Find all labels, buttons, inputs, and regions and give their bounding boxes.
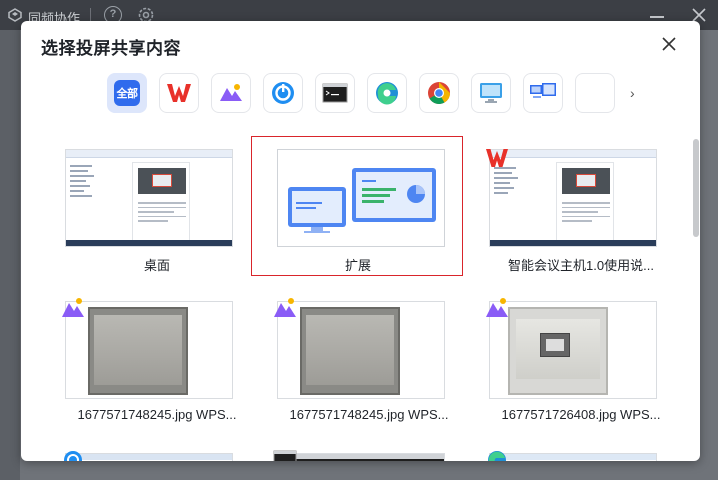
share-tile-partial[interactable] — [263, 441, 475, 461]
tile-label: 桌面 — [143, 258, 170, 273]
share-tile-partial[interactable] — [51, 441, 263, 461]
app-logo-icon — [8, 8, 22, 22]
filter-meeting-app[interactable] — [263, 73, 303, 113]
image-viewer-icon — [220, 84, 242, 101]
remote-desktop-icon — [480, 83, 502, 103]
filter-wps[interactable] — [159, 73, 199, 113]
share-tile-desktop[interactable]: 桌面 — [51, 137, 263, 277]
tile-label: 扩展 — [344, 258, 371, 273]
edge-browser-icon — [376, 82, 398, 105]
background-sidebar — [0, 30, 20, 480]
filter-terminal[interactable] — [315, 73, 355, 113]
edge-badge-icon — [488, 451, 506, 461]
image-viewer-badge-icon — [486, 298, 508, 317]
wps-badge-icon — [486, 149, 508, 167]
partial-thumbnail — [65, 453, 233, 461]
share-tile-photo[interactable]: 1677571748245.jpg WPS... — [51, 289, 263, 429]
share-tile-wps-doc[interactable]: 智能会议主机1.0使用说... — [475, 137, 687, 277]
photo-thumbnail — [277, 301, 445, 399]
terminal-badge-icon — [273, 450, 297, 461]
extend-screens-icon — [288, 168, 436, 233]
partial-thumbnail — [489, 453, 657, 461]
chevron-right-icon[interactable]: › — [630, 85, 635, 101]
screen-share-icon — [530, 83, 556, 98]
tile-label: 1677571748245.jpg WPS... — [289, 407, 449, 422]
photo-thumbnail — [65, 301, 233, 399]
meeting-app-badge-icon — [64, 451, 82, 461]
share-tile-partial[interactable] — [475, 441, 687, 461]
wps-doc-thumbnail — [489, 149, 657, 247]
filter-all[interactable]: 全部 — [107, 73, 147, 113]
filter-screen-share[interactable] — [523, 73, 563, 113]
image-viewer-badge-icon — [274, 298, 296, 317]
desktop-thumbnail — [65, 149, 233, 247]
photo-thumbnail — [489, 301, 657, 399]
terminal-icon — [322, 83, 348, 103]
share-tile-photo[interactable]: 1677571726408.jpg WPS... — [475, 289, 687, 429]
meeting-app-icon — [272, 82, 294, 104]
image-viewer-badge-icon — [62, 298, 84, 317]
minimize-icon[interactable] — [650, 16, 664, 18]
scrollbar-thumb[interactable] — [693, 139, 699, 237]
chrome-browser-icon — [428, 82, 450, 104]
wps-icon — [167, 84, 191, 102]
share-tile-photo[interactable]: 1677571748245.jpg WPS... — [263, 289, 475, 429]
share-content-dialog: 选择投屏共享内容 全部 › 桌面 扩展 智能会议主机1.0使用说... 1677… — [21, 21, 700, 461]
partial-thumbnail — [277, 453, 445, 461]
app-filter-row: 全部 — [107, 73, 615, 113]
tile-label: 智能会议主机1.0使用说... — [508, 258, 654, 273]
filter-chrome[interactable] — [419, 73, 459, 113]
filter-remote-desktop[interactable] — [471, 73, 511, 113]
filter-edge[interactable] — [367, 73, 407, 113]
tile-label: 1677571726408.jpg WPS... — [501, 407, 661, 422]
close-icon[interactable] — [659, 34, 679, 54]
dialog-title: 选择投屏共享内容 — [41, 39, 181, 58]
filter-all-label: 全部 — [114, 80, 140, 106]
filter-image-viewer[interactable] — [211, 73, 251, 113]
extend-thumbnail — [277, 149, 445, 247]
filter-blank-app[interactable] — [575, 73, 615, 113]
tile-label: 1677571748245.jpg WPS... — [77, 407, 237, 422]
share-tile-extend[interactable]: 扩展 — [251, 136, 463, 276]
